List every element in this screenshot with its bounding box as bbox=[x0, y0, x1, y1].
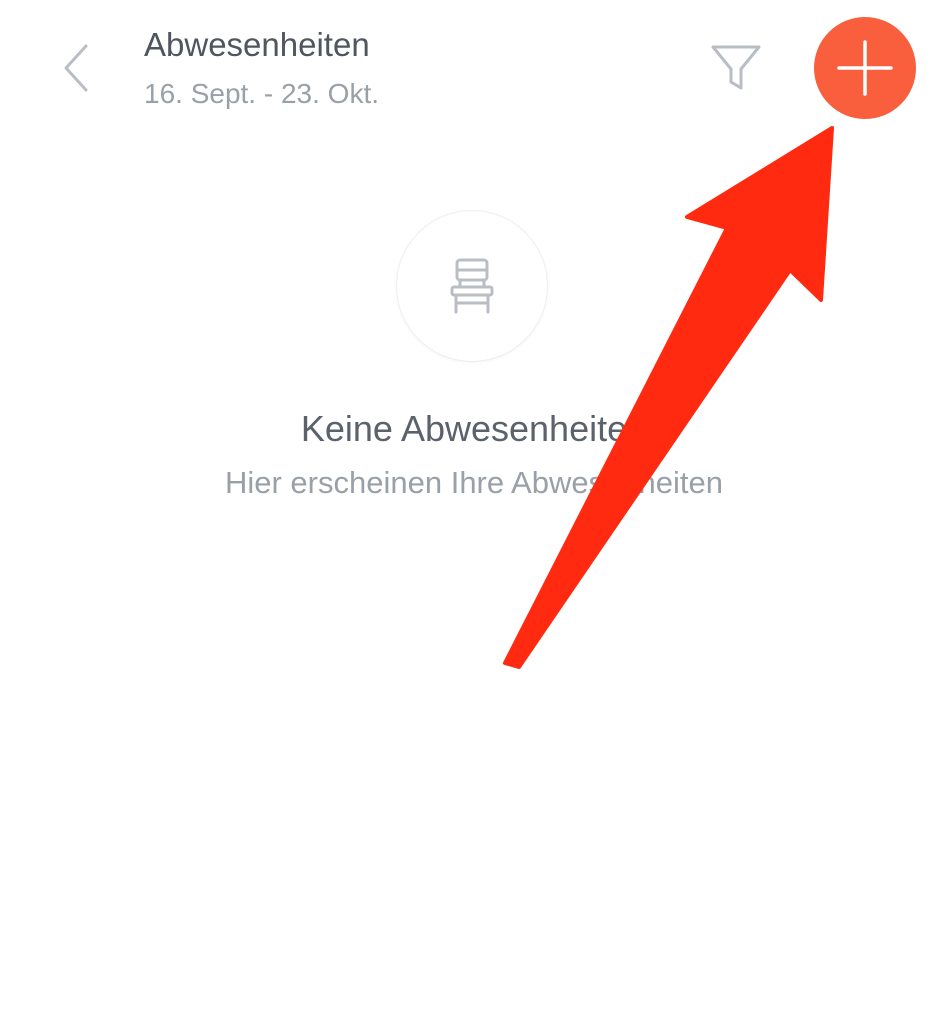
filter-icon bbox=[711, 45, 761, 90]
absences-screen: Abwesenheiten 16. Sept. - 23. Okt. Keine… bbox=[0, 0, 948, 1024]
empty-state-title: Keine Abwesenheiten bbox=[300, 408, 648, 449]
empty-state-illustration bbox=[397, 211, 547, 361]
chevron-left-icon bbox=[64, 44, 88, 92]
filter-button[interactable] bbox=[704, 38, 768, 98]
annotation-arrow bbox=[503, 126, 834, 669]
date-range: 16. Sept. - 23. Okt. bbox=[144, 78, 380, 109]
empty-state-subtitle: Hier erscheinen Ihre Abwesenheiten bbox=[224, 465, 724, 500]
add-absence-button[interactable] bbox=[814, 17, 916, 119]
back-button[interactable] bbox=[48, 36, 104, 100]
page-title: Abwesenheiten bbox=[144, 26, 370, 63]
plus-icon bbox=[837, 40, 893, 96]
chair-icon bbox=[450, 258, 494, 314]
arrow-shape bbox=[503, 126, 834, 669]
